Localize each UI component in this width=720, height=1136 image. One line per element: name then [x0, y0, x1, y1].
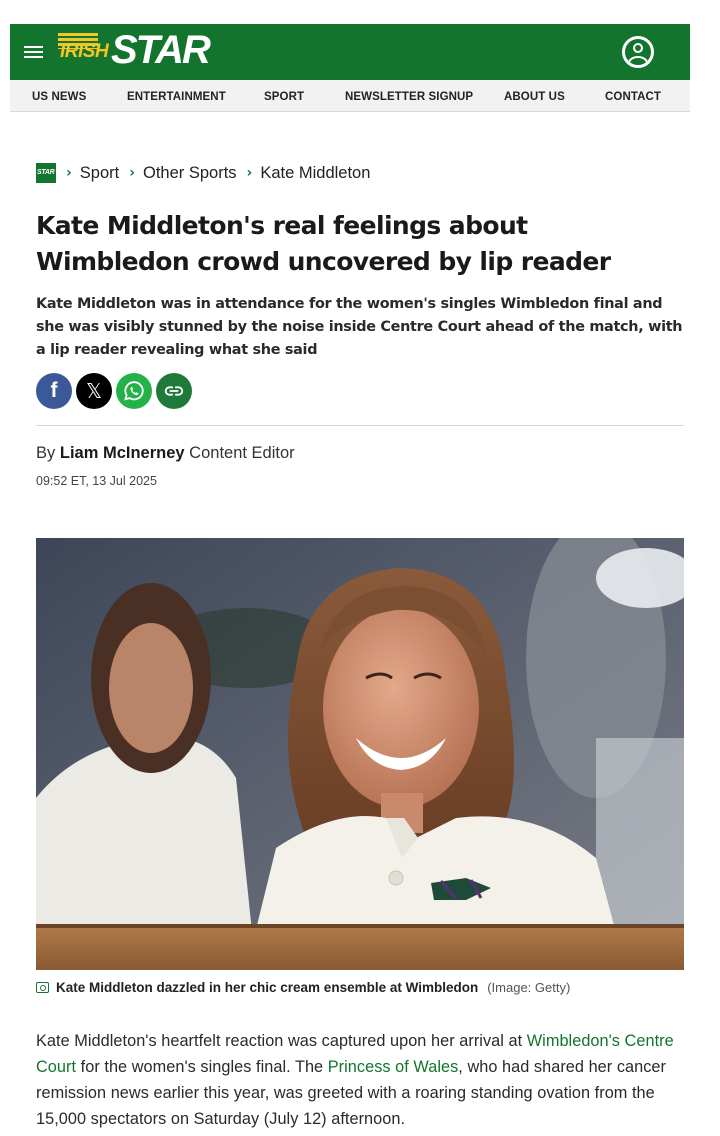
article-standfirst: Kate Middleton was in attendance for the…	[36, 296, 683, 358]
image-caption: Kate Middleton dazzled in her chic cream…	[36, 980, 570, 995]
author-name-link[interactable]: Liam McInerney	[60, 444, 185, 462]
byline-prefix: By	[36, 444, 56, 462]
facebook-icon[interactable]: f	[36, 373, 72, 409]
article-paragraph: Kate Middleton's heartfelt reaction was …	[36, 1028, 692, 1132]
main-nav: US NEWS ENTERTAINMENT SPORT NEWSLETTER S…	[10, 80, 690, 112]
breadcrumb-sport[interactable]: Sport	[80, 164, 119, 183]
breadcrumb-home-logo-text: STAR	[37, 169, 55, 176]
hamburger-menu-icon[interactable]	[24, 44, 44, 60]
paragraph-text: for the women's singles final. The	[76, 1058, 328, 1076]
logo-irish-text: IRISH	[60, 41, 109, 62]
site-logo[interactable]: IRISH STAR	[58, 28, 211, 74]
copy-link-icon[interactable]	[156, 373, 192, 409]
byline: By Liam McInerney Content Editor	[36, 444, 295, 463]
caption-text: Kate Middleton dazzled in her chic cream…	[56, 980, 479, 995]
breadcrumb: STAR › Sport › Other Sports › Kate Middl…	[36, 162, 380, 184]
byline-divider	[36, 425, 684, 426]
site-header: IRISH STAR	[10, 24, 690, 80]
breadcrumb-home-logo[interactable]: STAR	[36, 163, 56, 183]
breadcrumb-kate-middleton[interactable]: Kate Middleton	[260, 164, 370, 183]
image-credit: (Image: Getty)	[487, 980, 571, 995]
share-buttons: f 𝕏	[36, 373, 192, 409]
camera-icon	[36, 982, 49, 993]
nav-item-us-news[interactable]: US NEWS	[32, 91, 86, 103]
article-headline: Kate Middleton's real feelings about Wim…	[36, 211, 611, 276]
author-role: Content Editor	[189, 444, 295, 462]
publish-timestamp: 09:52 ET, 13 Jul 2025	[36, 474, 157, 488]
breadcrumb-other-sports[interactable]: Other Sports	[143, 164, 237, 183]
nav-item-newsletter-signup[interactable]: NEWSLETTER SIGNUP	[345, 91, 473, 103]
link-princess-of-wales[interactable]: Princess of Wales	[328, 1058, 459, 1076]
nav-item-contact[interactable]: CONTACT	[605, 91, 661, 103]
whatsapp-icon[interactable]	[116, 373, 152, 409]
nav-item-about-us[interactable]: ABOUT US	[504, 91, 565, 103]
hero-image	[36, 538, 684, 970]
nav-item-sport[interactable]: SPORT	[264, 91, 304, 103]
hero-photo-illustration	[36, 538, 684, 970]
paragraph-text: Kate Middleton's heartfelt reaction was …	[36, 1032, 527, 1050]
chevron-right-icon: ›	[66, 165, 72, 181]
x-twitter-icon[interactable]: 𝕏	[76, 373, 112, 409]
chevron-right-icon: ›	[129, 165, 135, 181]
chevron-right-icon: ›	[246, 165, 253, 181]
user-account-icon[interactable]	[622, 36, 654, 68]
nav-item-entertainment[interactable]: ENTERTAINMENT	[127, 91, 226, 103]
logo-star-text: STAR	[111, 28, 211, 72]
